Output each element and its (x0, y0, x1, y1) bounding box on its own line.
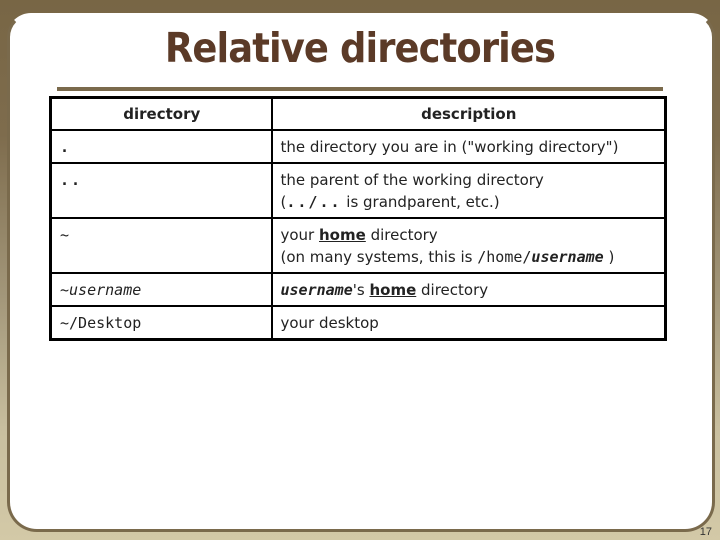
page-number: 17 (699, 526, 712, 538)
directory-code: . (60, 138, 72, 156)
directory-code: ~ (60, 281, 70, 299)
column-header-directory: directory (49, 96, 273, 131)
description-text: your (280, 226, 319, 244)
inline-code: ../.. (286, 193, 342, 211)
directory-cell: . (49, 129, 273, 164)
directory-code: ~ (60, 226, 70, 244)
description-text: (on many systems, this is (280, 248, 478, 266)
description-cell: your desktop (270, 305, 667, 341)
column-header-description: description (270, 96, 667, 131)
description-text: is grandparent, etc.) (341, 193, 500, 211)
description-text: ) (603, 248, 615, 266)
directory-code-italic: username (69, 281, 142, 299)
table-row: .. the parent of the working directory (… (49, 162, 667, 219)
directory-cell: ~ (49, 217, 273, 274)
slide-title: Relative directories (164, 24, 556, 72)
directory-cell: ~/Desktop (49, 305, 273, 341)
description-cell: username's home directory (270, 272, 667, 307)
relative-directories-table: directory description . the directory yo… (49, 96, 667, 341)
description-cell: the directory you are in ("working direc… (270, 129, 667, 164)
inline-code-italic: username (280, 281, 353, 299)
directory-code: ~/Desktop (60, 314, 142, 332)
description-line: the parent of the working directory (280, 171, 544, 189)
table-row: ~username username's home directory (49, 272, 667, 307)
description-text: directory (365, 226, 438, 244)
title-underline-divider (57, 87, 663, 91)
table-row: ~/Desktop your desktop (49, 305, 667, 341)
description-text: directory (416, 281, 489, 299)
inline-code-italic: username (531, 248, 604, 266)
table-header-row: directory description (49, 96, 667, 131)
inline-code: /home/ (477, 248, 532, 266)
table-row: ~ your home directory (on many systems, … (49, 217, 667, 274)
directory-code: .. (60, 171, 83, 189)
directory-cell: .. (49, 162, 273, 219)
table-row: . the directory you are in ("working dir… (49, 129, 667, 164)
emphasized-home: home (369, 281, 417, 299)
description-text: 's (352, 281, 370, 299)
description-cell: the parent of the working directory (../… (270, 162, 667, 219)
directory-cell: ~username (49, 272, 273, 307)
emphasized-home: home (319, 226, 366, 244)
description-cell: your home directory (on many systems, th… (270, 217, 667, 274)
